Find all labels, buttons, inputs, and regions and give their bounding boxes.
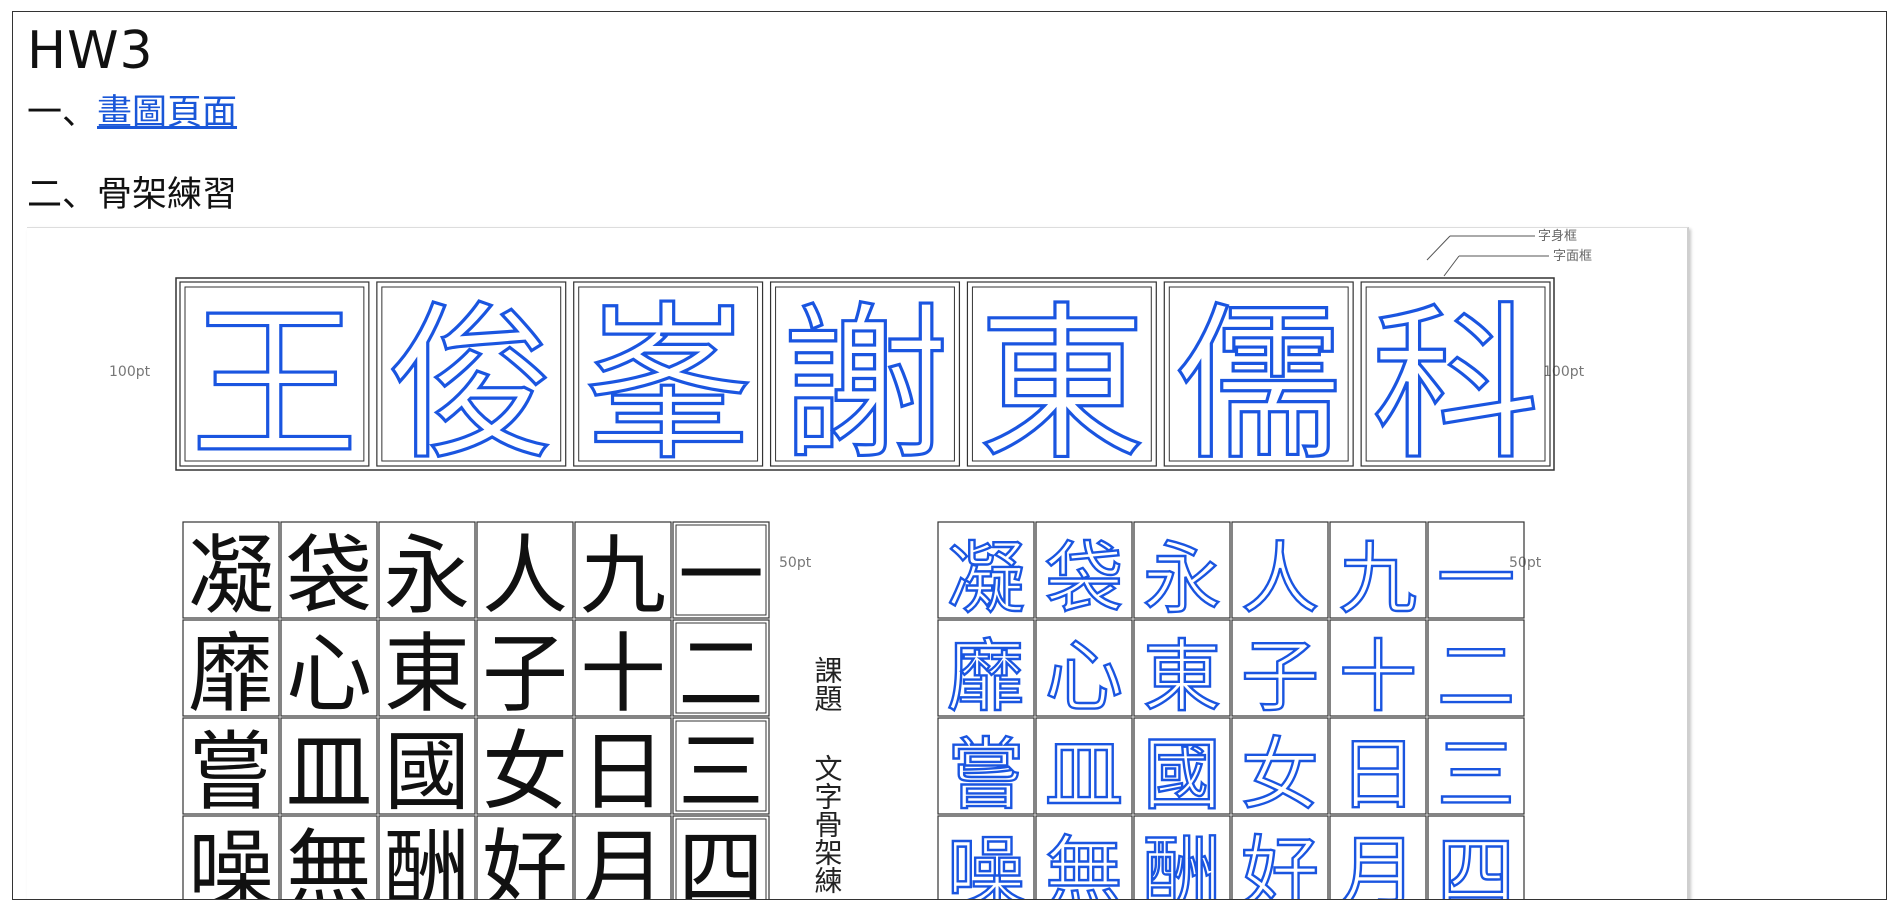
reference-char: 皿 xyxy=(286,722,372,822)
reference-char: 國 xyxy=(384,722,470,822)
reference-char: 女 xyxy=(482,722,568,822)
practice-grid: 凝袋永人九一靡心東子十二嘗皿國女日三噪無酬好月四 xyxy=(937,521,1525,900)
label-50pt-left: 50pt xyxy=(779,555,812,571)
reference-char: 嘗 xyxy=(188,722,274,822)
reference-grid: 凝袋永人九一靡心東子十二嘗皿國女日三噪無酬好月四 xyxy=(182,521,770,900)
practice-char: 一 xyxy=(1437,534,1515,624)
page-title: HW3 xyxy=(27,21,154,81)
drawing-page-link[interactable]: 畫圖頁面 xyxy=(97,93,237,133)
reference-char: 日 xyxy=(580,722,666,822)
practice-char: 皿 xyxy=(1045,730,1123,820)
reference-char: 東 xyxy=(384,624,470,724)
practice-char: 女 xyxy=(1241,730,1319,820)
section-skeleton: 二、骨架練習 xyxy=(27,174,237,216)
practice-char: 永 xyxy=(1143,534,1221,624)
reference-char: 一 xyxy=(678,526,764,626)
name-char: 儒 xyxy=(1175,287,1343,483)
legend-leader-inner xyxy=(1443,255,1460,277)
name-char: 峯 xyxy=(584,287,752,483)
legend-inner-label: 字面框 xyxy=(1553,249,1592,264)
practice-char: 心 xyxy=(1045,632,1123,722)
practice-char: 九 xyxy=(1339,534,1417,624)
section-1-prefix: 一、 xyxy=(27,93,98,133)
reference-char: 子 xyxy=(482,624,568,724)
practice-char: 嘗 xyxy=(947,730,1025,820)
label-100pt-right: 100pt xyxy=(1543,364,1585,380)
page-frame: HW3 一、畫圖頁面 二、骨架練習 字身框 字面框 100pt 100pt 50… xyxy=(12,11,1887,900)
practice-char: 噪 xyxy=(947,828,1025,900)
practice-char: 四 xyxy=(1437,828,1515,900)
reference-char: 十 xyxy=(580,624,666,724)
legend-outer-label: 字身框 xyxy=(1538,228,1577,244)
reference-char: 心 xyxy=(286,624,372,724)
legend-leader-outer xyxy=(1426,235,1451,261)
practice-char: 好 xyxy=(1241,828,1319,900)
practice-char: 凝 xyxy=(947,534,1025,624)
name-char: 謝 xyxy=(781,287,949,483)
reference-char: 酬 xyxy=(384,820,470,900)
practice-char: 酬 xyxy=(1143,828,1221,900)
practice-char: 靡 xyxy=(947,632,1025,722)
side-title-lesson: 課題 xyxy=(811,656,844,712)
name-char: 俊 xyxy=(387,287,555,483)
side-title-skeleton: 文字骨架練 xyxy=(811,754,844,894)
practice-char: 子 xyxy=(1241,632,1319,722)
reference-char: 四 xyxy=(678,820,764,900)
reference-char: 靡 xyxy=(188,624,274,724)
reference-char: 凝 xyxy=(188,526,274,626)
practice-char: 袋 xyxy=(1045,534,1123,624)
practice-char: 日 xyxy=(1339,730,1417,820)
name-row: 王俊峯謝東儒科 xyxy=(175,277,1555,485)
reference-char: 永 xyxy=(384,526,470,626)
practice-char: 東 xyxy=(1143,632,1221,722)
reference-char: 月 xyxy=(580,820,666,900)
reference-char: 無 xyxy=(286,820,372,900)
reference-char: 三 xyxy=(678,722,764,822)
reference-char: 人 xyxy=(482,526,568,626)
practice-char: 二 xyxy=(1437,632,1515,722)
practice-char: 國 xyxy=(1143,730,1221,820)
section-2-title: 骨架練習 xyxy=(97,175,238,215)
reference-char: 九 xyxy=(580,526,666,626)
name-char: 科 xyxy=(1372,287,1540,483)
worksheet-canvas: 字身框 字面框 100pt 100pt 50pt 50pt 課題 文字骨架練 王… xyxy=(109,228,1592,900)
reference-char: 二 xyxy=(678,624,764,724)
reference-char: 噪 xyxy=(188,820,274,900)
practice-char: 月 xyxy=(1339,828,1417,900)
section-2-prefix: 二、 xyxy=(27,175,98,215)
label-100pt-left: 100pt xyxy=(109,364,151,380)
reference-char: 好 xyxy=(482,820,568,900)
section-drawing: 一、畫圖頁面 xyxy=(27,92,237,134)
worksheet-image: 字身框 字面框 100pt 100pt 50pt 50pt 課題 文字骨架練 王… xyxy=(27,227,1689,900)
practice-char: 十 xyxy=(1339,632,1417,722)
practice-char: 三 xyxy=(1437,730,1515,820)
name-char: 王 xyxy=(190,287,358,483)
practice-char: 無 xyxy=(1045,828,1123,900)
practice-char: 人 xyxy=(1241,534,1319,624)
reference-char: 袋 xyxy=(286,526,372,626)
name-char: 東 xyxy=(978,287,1146,483)
